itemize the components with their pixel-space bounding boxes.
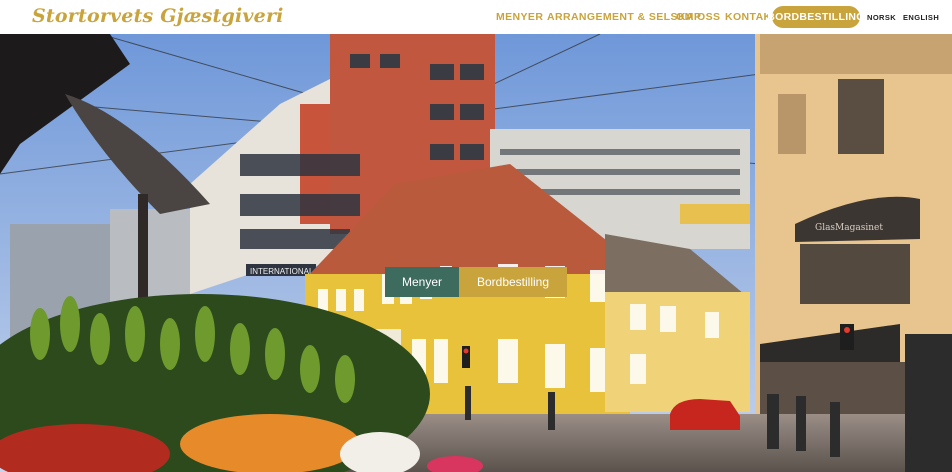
shop-sign: GlasMagasinet [815,223,883,233]
shop-window [800,244,910,304]
red-signal [844,327,850,333]
top-navigation-bar: Stortorvets Gjæstgiveri MENYER ARRANGEME… [0,0,952,34]
ornate-window-frame [778,94,806,154]
bordbestilling-button[interactable]: Bordbestilling [459,267,567,297]
striped-awning [680,204,750,224]
building-sign: INTERNATIONAL [250,267,314,276]
nav-item-menyer[interactable]: MENYER [496,0,543,34]
hero-street-scene: INTERNATIONAL GlasMagasinet [0,34,952,472]
nav-link-menyer[interactable]: MENYER [496,11,543,23]
ornate-cornice [760,34,952,74]
red-car [670,399,740,430]
hero-image: INTERNATIONAL GlasMagasinet Menyer Bordb… [0,34,952,472]
modernist-windows [240,154,360,249]
language-english-link[interactable]: ENGLISH [903,0,939,34]
bordbestilling-nav-button[interactable]: BORDBESTILLING [767,6,864,28]
site-logo[interactable]: Stortorvets Gjæstgiveri [32,5,284,27]
language-norsk-link[interactable]: NORSK [867,0,896,34]
orange-flowers [180,414,360,472]
red-signal [463,348,469,354]
ornate-window [838,79,884,154]
nav-link-om-oss[interactable]: OM OSS [676,11,720,23]
street [330,414,952,472]
light-yellow-house [605,292,750,412]
umbrella-pole [138,194,148,314]
menyer-button[interactable]: Menyer [385,267,459,297]
nav-item-om-oss[interactable]: OM OSS [676,0,720,34]
